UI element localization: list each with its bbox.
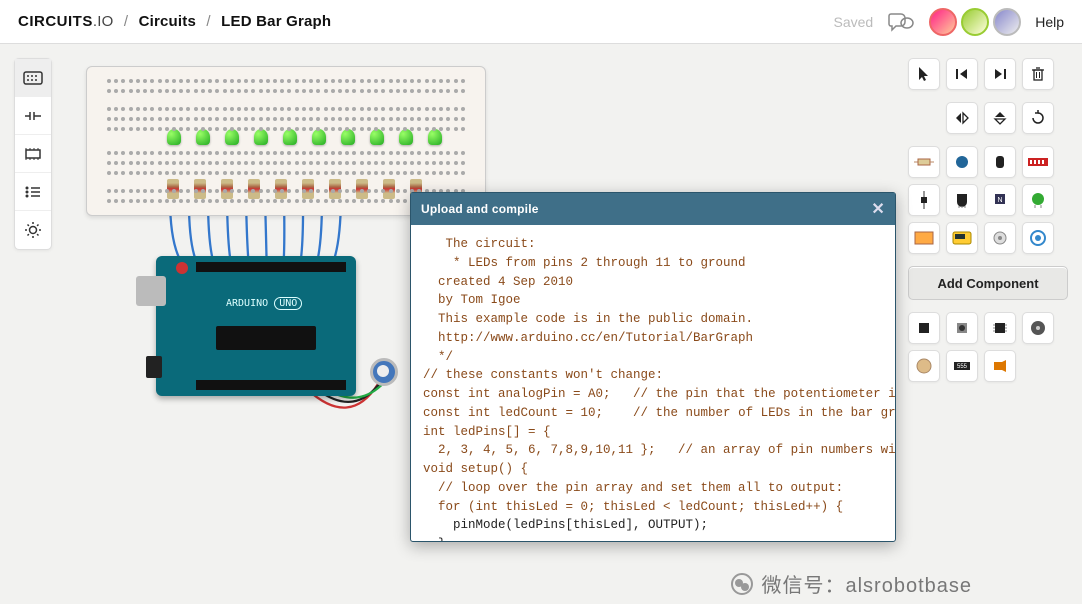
- component-palette-bottom: 555: [908, 312, 1068, 382]
- mosfet-component[interactable]: N: [984, 184, 1016, 216]
- coin-cell-component[interactable]: [908, 350, 940, 382]
- components-list-button[interactable]: [15, 173, 51, 211]
- collaborators: [929, 8, 1021, 36]
- usb-port-icon: [136, 276, 166, 306]
- breadcrumb: CIRCUITS.IO / Circuits / LED Bar Graph: [18, 13, 331, 30]
- flip-horizontal-button[interactable]: [946, 102, 978, 134]
- settings-button[interactable]: [15, 211, 51, 249]
- code-editor-titlebar[interactable]: Upload and compile ✕: [411, 193, 895, 225]
- header-pins-top: [196, 262, 346, 272]
- crumb-project[interactable]: LED Bar Graph: [221, 13, 331, 30]
- svg-text:555: 555: [957, 364, 968, 370]
- power-jack-icon: [146, 356, 162, 378]
- dc-motor-component[interactable]: [1022, 312, 1054, 344]
- crumb-circuits[interactable]: Circuits: [139, 13, 196, 30]
- dip-switch-component[interactable]: [1022, 146, 1054, 178]
- delete-button[interactable]: [1022, 58, 1054, 90]
- comments-icon[interactable]: [887, 12, 915, 32]
- avatar[interactable]: [993, 8, 1021, 36]
- app-header: CIRCUITS.IO / Circuits / LED Bar Graph S…: [0, 0, 1082, 44]
- photodetector-component[interactable]: [946, 312, 978, 344]
- flip-vertical-button[interactable]: [984, 102, 1016, 134]
- avatar[interactable]: [961, 8, 989, 36]
- relay-component[interactable]: [908, 222, 940, 254]
- add-component-button[interactable]: Add Component: [908, 266, 1068, 300]
- ic-chip-component[interactable]: [908, 312, 940, 344]
- resistor-component[interactable]: [908, 146, 940, 178]
- save-status: Saved: [834, 14, 874, 30]
- potentiometer[interactable]: [370, 358, 398, 386]
- right-panel: N Add Component 555: [908, 58, 1068, 382]
- step-forward-button[interactable]: [984, 58, 1016, 90]
- arduino-board[interactable]: ARDUINO UNO: [156, 256, 356, 396]
- ic-555-component[interactable]: 555: [946, 350, 978, 382]
- board-label: ARDUINO UNO: [226, 298, 302, 309]
- capacitor-component[interactable]: [946, 146, 978, 178]
- avatar[interactable]: [929, 8, 957, 36]
- code-editor-title: Upload and compile: [421, 202, 539, 216]
- code-editor-body[interactable]: The circuit: * LEDs from pins 2 through …: [411, 225, 895, 541]
- pcb-view-button[interactable]: [15, 135, 51, 173]
- pushbutton-component[interactable]: [1022, 222, 1054, 254]
- header-pins-bottom: [196, 380, 346, 390]
- step-back-button[interactable]: [946, 58, 978, 90]
- multimeter-component[interactable]: [946, 222, 978, 254]
- pointer-tool[interactable]: [908, 58, 940, 90]
- code-editor-panel[interactable]: Upload and compile ✕ The circuit: * LEDs…: [410, 192, 896, 542]
- reset-button-icon: [176, 262, 188, 274]
- schematic-view-button[interactable]: [15, 97, 51, 135]
- component-palette-top: N: [908, 146, 1068, 254]
- diode-component[interactable]: [908, 184, 940, 216]
- capacitor-pol-component[interactable]: [984, 146, 1016, 178]
- close-icon[interactable]: ✕: [871, 199, 885, 219]
- buzzer-component[interactable]: [984, 350, 1016, 382]
- mcu-chip-component[interactable]: [984, 312, 1016, 344]
- left-toolbar: [14, 58, 52, 250]
- rotate-button[interactable]: [1022, 102, 1054, 134]
- led-component[interactable]: [1022, 184, 1054, 216]
- breadboard-view-button[interactable]: [15, 59, 51, 97]
- atmega-chip-icon: [216, 326, 316, 350]
- help-link[interactable]: Help: [1035, 14, 1064, 30]
- transistor-component[interactable]: [946, 184, 978, 216]
- brand-name[interactable]: CIRCUITS: [18, 13, 93, 30]
- photocell-component[interactable]: [984, 222, 1016, 254]
- svg-text:N: N: [997, 197, 1002, 204]
